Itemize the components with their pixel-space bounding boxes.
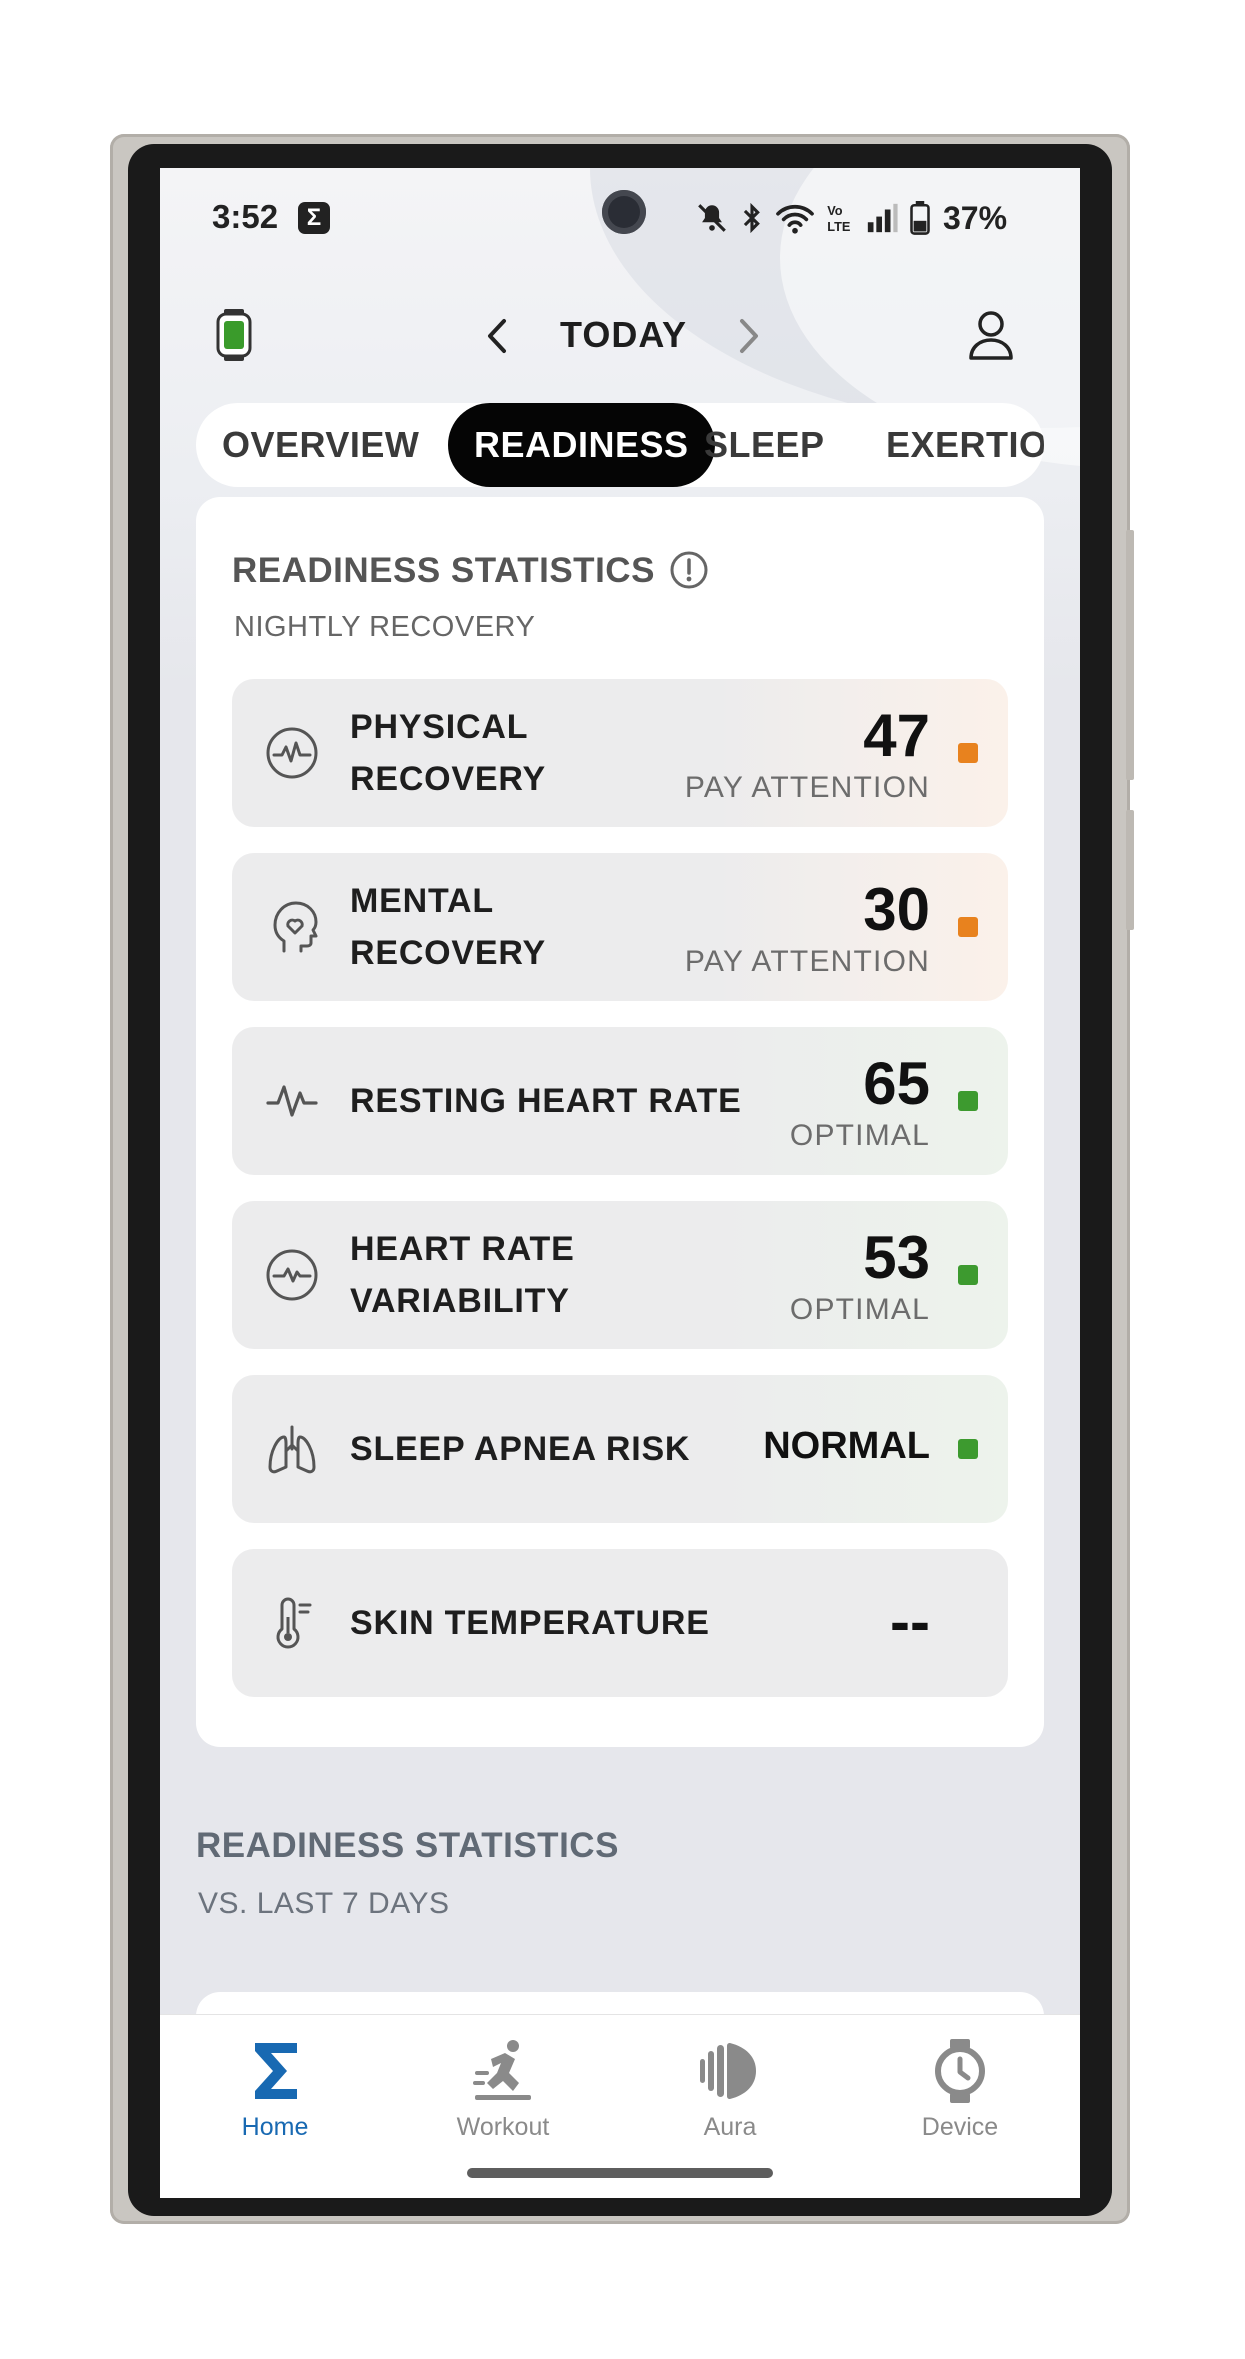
watch-icon: [935, 2039, 985, 2103]
status-icons: Vo LTE 37%: [695, 198, 1007, 238]
sleep-apnea-risk-row[interactable]: SLEEP APNEA RISK NORMAL: [232, 1375, 1008, 1523]
tab-exertion[interactable]: EXERTION: [886, 403, 1044, 487]
connected-device-icon[interactable]: [216, 309, 252, 361]
row-label: HEART RATE: [350, 1230, 575, 1268]
volume-key: [1126, 810, 1134, 930]
status-indicator: [958, 917, 978, 937]
heart-rate-variability-row[interactable]: HEART RATE VARIABILITY 53 OPTIMAL: [232, 1201, 1008, 1349]
row-label: RECOVERY: [350, 934, 546, 972]
volte-icon: VoLTE: [827, 203, 850, 234]
tab-readiness[interactable]: READINESS: [448, 403, 715, 487]
svg-text:Vo: Vo: [827, 203, 843, 218]
readiness-card: READINESS STATISTICS NIGHTLY RECOVERY PH…: [196, 497, 1044, 1747]
row-status: OPTIMAL: [789, 1293, 930, 1326]
nav-label: Home: [241, 2113, 309, 2141]
thermometer-icon: [276, 1597, 312, 1649]
row-label: RECOVERY: [350, 760, 546, 798]
runner-icon: [473, 2040, 531, 2100]
row-label: VARIABILITY: [350, 1282, 570, 1320]
screen: 3:52 Σ Vo LTE 37% TODAY OVERVIEW READINES…: [160, 168, 1080, 2198]
row-label: SKIN TEMPERATURE: [350, 1604, 710, 1642]
chevron-right-icon[interactable]: [728, 313, 768, 359]
wifi-icon: [776, 204, 814, 234]
row-value: 53: [863, 1224, 930, 1291]
physical-recovery-row[interactable]: PHYSICAL RECOVERY 47 PAY ATTENTION: [232, 679, 1008, 827]
nav-label: Workout: [456, 2113, 550, 2141]
section-subtitle: VS. LAST 7 DAYS: [198, 1887, 450, 1920]
signal-icon: [867, 203, 898, 233]
tab-overview[interactable]: OVERVIEW: [222, 403, 419, 487]
power-key: [1126, 530, 1134, 780]
tab-bar: OVERVIEW READINESS SLEEP EXERTION: [196, 403, 1044, 487]
front-camera: [602, 190, 646, 234]
sigma-notification-icon: Σ: [298, 202, 330, 234]
status-indicator: [958, 1265, 978, 1285]
aura-icon: [700, 2043, 756, 2099]
skin-temperature-row[interactable]: SKIN TEMPERATURE --: [232, 1549, 1008, 1697]
resting-heart-rate-row[interactable]: RESTING HEART RATE 65 OPTIMAL: [232, 1027, 1008, 1175]
profile-icon[interactable]: [966, 308, 1016, 362]
row-label: MENTAL: [350, 882, 494, 920]
nav-label: Aura: [703, 2113, 757, 2141]
mute-icon: [698, 204, 726, 232]
sigma-icon: [255, 2043, 297, 2099]
battery-icon: [910, 201, 930, 235]
row-value: NORMAL: [763, 1425, 930, 1467]
row-value: 47: [863, 702, 930, 769]
row-label: SLEEP APNEA RISK: [350, 1430, 691, 1468]
status-indicator: [958, 1439, 978, 1459]
card-subtitle: NIGHTLY RECOVERY: [234, 611, 536, 643]
tab-sleep[interactable]: SLEEP: [704, 403, 825, 487]
info-icon[interactable]: [668, 549, 710, 591]
nav-workout[interactable]: Workout: [423, 2037, 583, 2142]
nav-aura[interactable]: Aura: [650, 2037, 810, 2142]
row-value: 30: [863, 876, 930, 943]
heartbeat-icon: [266, 1085, 318, 1117]
nav-label: Device: [921, 2113, 999, 2141]
chevron-left-icon[interactable]: [478, 313, 518, 359]
home-indicator[interactable]: [467, 2168, 773, 2178]
status-indicator: [958, 743, 978, 763]
status-indicator: [958, 1091, 978, 1111]
row-status: PAY ATTENTION: [684, 945, 930, 978]
row-status: PAY ATTENTION: [684, 771, 930, 804]
nav-home[interactable]: Home: [195, 2037, 355, 2142]
hrv-circle-icon: [266, 1249, 318, 1301]
row-label: PHYSICAL: [350, 708, 529, 746]
status-time: 3:52: [212, 198, 279, 235]
head-heart-icon: [273, 901, 318, 953]
svg-text:LTE: LTE: [827, 219, 850, 234]
bluetooth-icon: [743, 202, 760, 234]
mental-recovery-row[interactable]: MENTAL RECOVERY 30 PAY ATTENTION: [232, 853, 1008, 1001]
row-status: OPTIMAL: [789, 1119, 930, 1152]
lungs-icon: [268, 1425, 316, 1474]
battery-percent: 37%: [943, 199, 1008, 236]
row-label: RESTING HEART RATE: [350, 1082, 742, 1120]
date-title: TODAY: [560, 314, 688, 355]
pulse-circle-icon: [266, 727, 318, 779]
row-value: 65: [863, 1050, 930, 1117]
row-value: --: [890, 1588, 930, 1655]
section-title: READINESS STATISTICS: [196, 1826, 619, 1865]
nav-device[interactable]: Device: [880, 2037, 1040, 2142]
card-title: READINESS STATISTICS: [232, 551, 655, 590]
